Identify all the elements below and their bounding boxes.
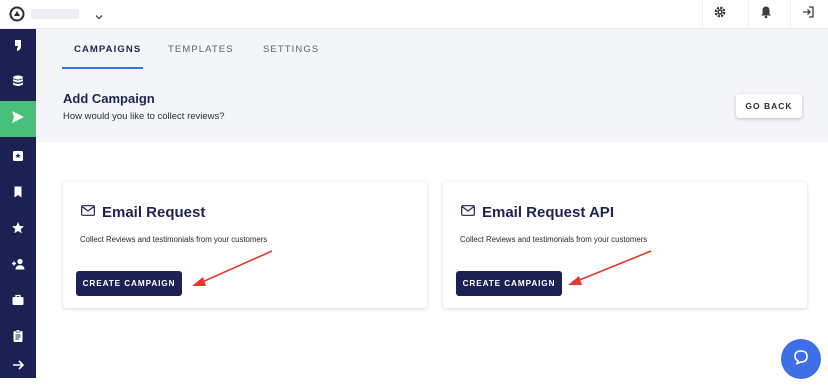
card-title-row: Email Request API [461, 203, 614, 221]
create-campaign-button[interactable]: CREATE CAMPAIGN [456, 271, 562, 296]
card-description: Collect Reviews and testimonials from yo… [460, 235, 648, 244]
page-header: CAMPAIGNS TEMPLATES SETTINGS Add Campaig… [36, 29, 828, 142]
sidebar-item-expand[interactable] [0, 349, 36, 385]
sidebar [0, 29, 36, 378]
chat-icon [792, 348, 810, 371]
card-description: Collect Reviews and testimonials from yo… [80, 235, 268, 244]
sidebar-item-favorites[interactable] [0, 212, 36, 248]
card-title-row: Email Request [81, 203, 205, 221]
mail-icon [461, 203, 475, 221]
page-subtitle: How would you like to collect reviews? [63, 111, 225, 122]
go-back-button[interactable]: GO BACK [736, 94, 802, 118]
tab-settings[interactable]: SETTINGS [263, 44, 319, 55]
chevron-down-icon[interactable] [94, 9, 104, 20]
settings-button[interactable] [702, 0, 736, 28]
chat-widget-button[interactable] [781, 339, 821, 379]
active-tab-indicator [62, 67, 143, 69]
logout-icon [801, 5, 815, 24]
sidebar-item-testimonials[interactable] [0, 29, 36, 65]
create-campaign-button[interactable]: CREATE CAMPAIGN [76, 271, 182, 296]
sidebar-item-campaigns[interactable] [0, 101, 36, 137]
campaign-card-email-request-api: Email Request API Collect Reviews and te… [443, 182, 807, 308]
mail-icon [81, 203, 95, 221]
campaign-card-email-request: Email Request Collect Reviews and testim… [63, 182, 427, 308]
clipboard-icon [11, 329, 25, 348]
star-box-icon [11, 149, 25, 168]
top-bar [0, 0, 828, 29]
sidebar-item-bookmarks[interactable] [0, 176, 36, 212]
card-title: Email Request API [482, 203, 614, 221]
logout-button[interactable] [790, 0, 824, 28]
sidebar-item-reviews[interactable] [0, 140, 36, 176]
quote-icon [11, 38, 25, 57]
tab-campaigns[interactable]: CAMPAIGNS [74, 44, 141, 55]
brand-logo-icon[interactable] [9, 6, 25, 22]
bookmark-icon [11, 185, 25, 204]
page-title: Add Campaign [63, 91, 155, 106]
notifications-button[interactable] [748, 0, 782, 28]
workspace-name-redacted[interactable] [31, 9, 79, 19]
arrow-right-icon [11, 358, 25, 377]
settings-icon [713, 5, 727, 24]
card-title: Email Request [102, 203, 206, 221]
sidebar-item-integrations[interactable] [0, 284, 36, 320]
tab-templates[interactable]: TEMPLATES [168, 44, 234, 55]
sidebar-item-add-user[interactable] [0, 248, 36, 284]
bell-icon [759, 5, 773, 24]
database-icon [11, 74, 25, 93]
briefcase-icon [11, 293, 25, 312]
send-icon [10, 109, 26, 130]
add-user-icon [11, 257, 26, 276]
star-icon [11, 221, 25, 240]
sidebar-item-database[interactable] [0, 65, 36, 101]
